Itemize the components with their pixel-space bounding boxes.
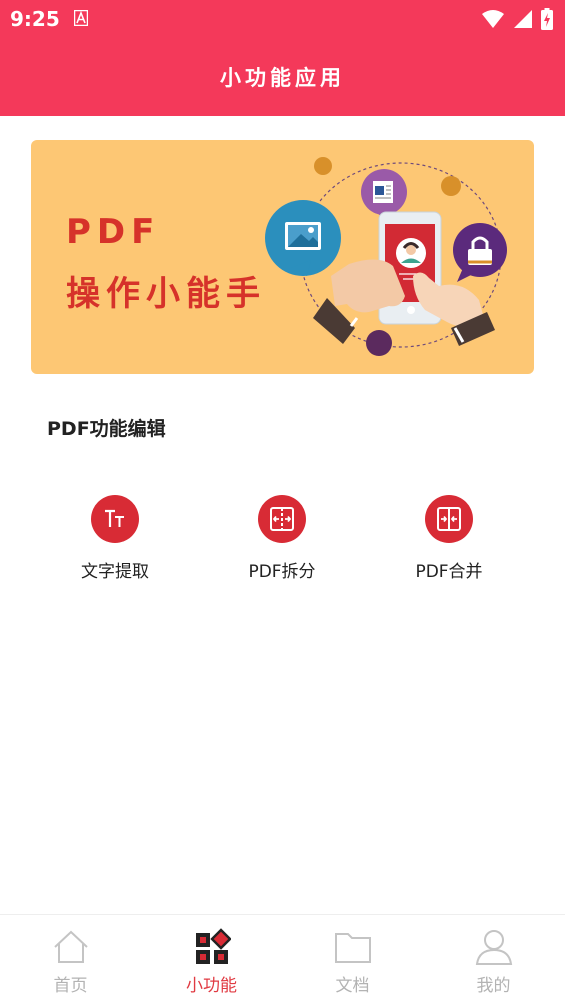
nav-item-home[interactable]: 首页 [0,915,141,1005]
banner-illustration [265,157,507,356]
app-bar: 小功能应用 [0,40,565,116]
home-icon [53,930,88,963]
person-icon [475,930,512,965]
nav-item-mine[interactable]: 我的 [423,915,564,1005]
tools-icon [195,928,231,964]
text-extract-icon [91,495,139,543]
folder-icon [334,933,371,963]
nav-item-documents[interactable]: 文档 [282,915,423,1005]
nav-label-documents: 文档 [335,976,370,996]
pdf-split-label: PDF拆分 [248,562,316,582]
text-extract-button[interactable]: 文字提取 [35,495,195,582]
nav-item-tools[interactable]: 小功能 [141,915,282,1005]
signal-icon [514,10,532,28]
status-bar: 9:25 [0,0,565,40]
promo-banner[interactable]: PDF 操作小能手 [31,140,534,374]
bottom-nav: 首页 小功能 文档 我的 [0,914,565,1005]
status-icons [481,8,553,30]
nav-label-mine: 我的 [476,976,511,996]
nav-label-home: 首页 [53,976,88,996]
page-title: 小功能应用 [220,66,345,90]
banner-title-line1: PDF [66,212,161,252]
banner-title-line2: 操作小能手 [66,274,266,314]
wifi-icon [482,10,504,28]
pdf-merge-button[interactable]: PDF合并 [369,495,529,582]
status-time: 9:25 [10,7,60,31]
section-title: PDF功能编辑 [47,418,166,440]
text-extract-label: 文字提取 [81,562,149,582]
pdf-merge-label: PDF合并 [415,562,483,582]
pdf-split-button[interactable]: PDF拆分 [202,495,362,582]
nav-label-tools: 小功能 [186,976,237,996]
battery-charging-icon [541,8,553,30]
notification-a-icon [74,10,88,26]
merge-icon [425,495,473,543]
split-icon [258,495,306,543]
